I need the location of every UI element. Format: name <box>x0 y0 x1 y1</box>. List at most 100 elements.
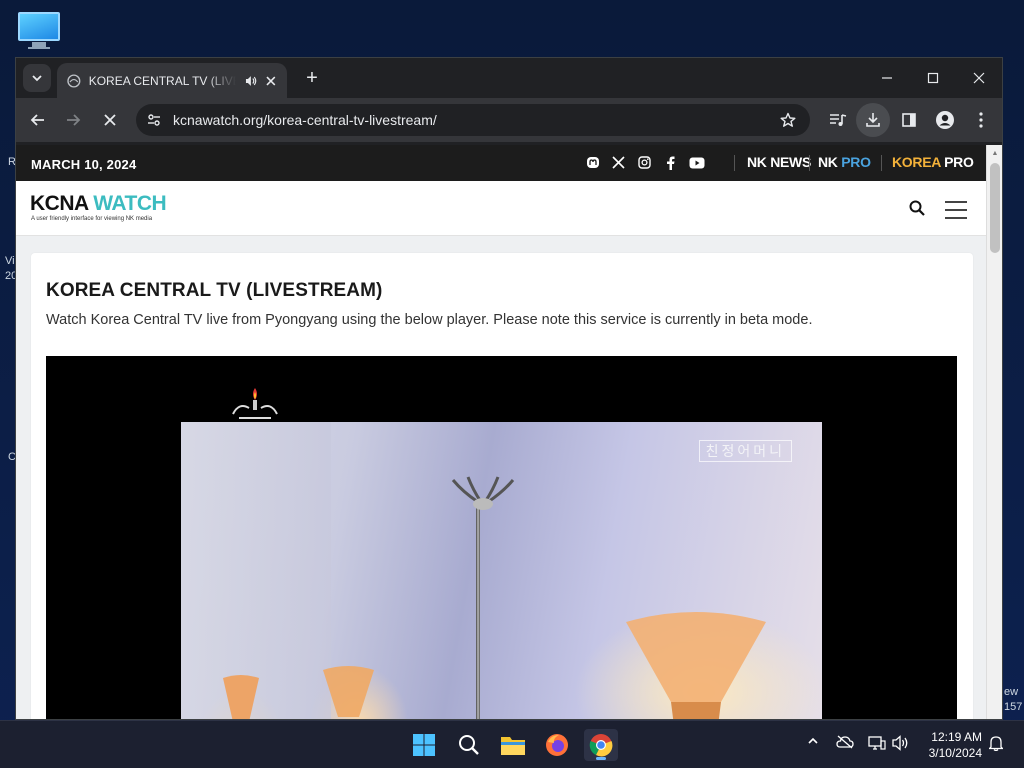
lamp-shade-medium <box>323 666 374 717</box>
chevron-up-icon <box>808 737 818 744</box>
video-caption: 친정어머니 <box>698 440 792 462</box>
hamburger-menu-icon[interactable] <box>945 201 967 225</box>
browser-menu-button[interactable] <box>964 103 998 137</box>
clock-time: 12:19 AM <box>931 730 982 744</box>
playlist-music-icon <box>830 114 847 126</box>
site-top-bar: MARCH 10, 2024 NK NEWS NK PRO KOREA PRO <box>16 145 988 181</box>
bell-icon <box>989 736 1003 751</box>
nk-pro-link[interactable]: NK PRO <box>818 154 871 170</box>
youtube-icon[interactable] <box>688 154 705 171</box>
scroll-up-icon[interactable]: ▲ <box>987 145 1002 161</box>
iv-stand <box>476 502 480 719</box>
profile-button[interactable] <box>928 103 962 137</box>
video-player[interactable]: 친정어머니 <box>46 356 957 719</box>
download-icon <box>866 113 880 127</box>
browser-window: KOREA CENTRAL TV (LIVESTREAM) + kcnawatc… <box>15 57 1003 720</box>
korea-pro-link[interactable]: KOREA PRO <box>892 154 974 170</box>
site-tagline: A user friendly interface for viewing NK… <box>31 216 153 222</box>
browser-toolbar: kcnawatch.org/korea-central-tv-livestrea… <box>16 98 1002 142</box>
tab-search-button[interactable] <box>23 64 51 92</box>
chrome-button[interactable] <box>584 729 618 761</box>
site-header: KCNA WATCH A user friendly interface for… <box>16 181 988 236</box>
content-card: KOREA CENTRAL TV (LIVESTREAM) Watch Kore… <box>31 253 973 719</box>
address-bar[interactable]: kcnawatch.org/korea-central-tv-livestrea… <box>136 104 810 136</box>
onedrive-tray-button[interactable] <box>834 735 856 749</box>
maximize-icon <box>927 72 939 84</box>
x-icon[interactable] <box>610 154 627 171</box>
cloud-offline-icon <box>836 735 854 749</box>
file-explorer-button[interactable] <box>496 729 530 761</box>
minimize-button[interactable] <box>864 58 910 98</box>
volume-icon <box>892 735 908 751</box>
bookmark-star-icon[interactable] <box>780 112 796 128</box>
audio-playing-icon[interactable] <box>244 74 258 88</box>
chrome-icon <box>589 734 613 757</box>
logo-watch: WATCH <box>87 192 167 215</box>
facebook-icon[interactable] <box>662 154 679 171</box>
firefox-button[interactable] <box>540 729 574 761</box>
kctv-emblem-icon <box>232 388 278 419</box>
network-tray-button[interactable] <box>866 735 888 751</box>
topbar-divider <box>734 155 735 171</box>
page-description: Watch Korea Central TV live from Pyongya… <box>46 312 813 328</box>
close-icon <box>104 114 116 126</box>
site-info-icon[interactable] <box>146 112 162 128</box>
korea-pro-label-a: KOREA <box>892 154 941 170</box>
nk-news-link[interactable]: NK NEWS <box>747 154 811 170</box>
korea-pro-label-b: PRO <box>940 154 974 170</box>
minimize-icon <box>882 77 892 79</box>
desktop-label-fragment: ew <box>1004 686 1019 698</box>
mastodon-icon[interactable] <box>584 154 601 171</box>
search-icon[interactable] <box>909 200 925 216</box>
this-pc-desktop-icon[interactable] <box>18 12 60 50</box>
notifications-button[interactable] <box>986 735 1006 751</box>
chevron-down-icon <box>32 75 42 82</box>
url-text: kcnawatch.org/korea-central-tv-livestrea… <box>173 112 437 128</box>
side-panel-icon <box>902 113 916 127</box>
close-icon <box>973 72 985 84</box>
page-scrollbar[interactable]: ▲ <box>986 145 1002 719</box>
taskbar: 12:19 AM 3/10/2024 <box>0 720 1024 768</box>
new-tab-button[interactable]: + <box>298 64 326 92</box>
page-title: KOREA CENTRAL TV (LIVESTREAM) <box>46 280 383 301</box>
close-window-button[interactable] <box>956 58 1002 98</box>
clock-date: 3/10/2024 <box>928 746 982 760</box>
desktop-label-fragment: Vi <box>5 255 15 267</box>
stop-loading-button[interactable] <box>93 103 127 137</box>
current-date: MARCH 10, 2024 <box>31 157 137 172</box>
network-icon <box>868 736 886 750</box>
lamp-shade-large <box>626 612 766 719</box>
system-clock[interactable]: 12:19 AM 3/10/2024 <box>920 729 982 761</box>
brand-divider <box>881 155 882 171</box>
maximize-button[interactable] <box>910 58 956 98</box>
firefox-icon <box>546 734 568 756</box>
start-button[interactable] <box>407 729 441 761</box>
nk-pro-label-a: NK <box>818 154 838 170</box>
arrow-left-icon <box>30 114 44 126</box>
arrow-right-icon <box>67 114 81 126</box>
avatar-icon <box>936 111 954 129</box>
side-panel-button[interactable] <box>892 103 926 137</box>
show-hidden-icons-button[interactable] <box>804 735 822 747</box>
browser-tab[interactable]: KOREA CENTRAL TV (LIVESTREAM) <box>57 63 287 98</box>
back-button[interactable] <box>21 103 55 137</box>
video-frame: 친정어머니 <box>181 422 822 719</box>
forward-button[interactable] <box>56 103 90 137</box>
media-controls-button[interactable] <box>821 103 855 137</box>
windows-start-icon <box>413 734 435 756</box>
close-tab-icon[interactable] <box>265 75 277 87</box>
volume-tray-button[interactable] <box>890 735 912 751</box>
scrollbar-thumb[interactable] <box>990 163 1000 253</box>
desktop-label-fragment: 157 <box>1004 701 1023 713</box>
taskbar-search-button[interactable] <box>452 729 486 761</box>
downloads-button[interactable] <box>856 103 890 137</box>
nk-pro-label-b: PRO <box>837 154 871 170</box>
search-icon <box>459 735 479 755</box>
site-logo[interactable]: KCNA WATCH <box>30 192 167 216</box>
iv-hook-icon <box>451 476 515 510</box>
social-links <box>584 154 705 171</box>
page-viewport: MARCH 10, 2024 NK NEWS NK PRO KOREA PRO … <box>16 145 988 719</box>
instagram-icon[interactable] <box>636 154 653 171</box>
favicon-icon <box>67 73 81 88</box>
more-vertical-icon <box>979 112 983 128</box>
